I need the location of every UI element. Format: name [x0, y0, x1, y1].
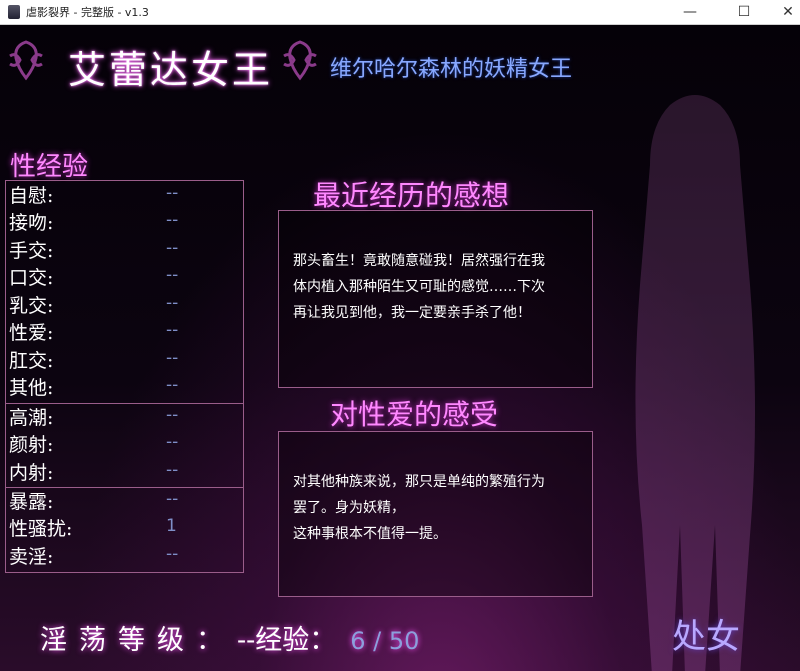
ornament-icon — [9, 40, 43, 81]
feelings-panel: 对其他种族来说，那只是单纯的繁殖行为 罢了。身为妖精， 这种事根本不值得一提。 — [278, 431, 593, 597]
stat-row: 肛交: -- — [6, 346, 245, 373]
game-screen: 艾蕾达女王 维尔哈尔森林的妖精女王 性经验 自慰: -- 接吻: -- 手交: … — [0, 25, 800, 671]
stat-row: 其他: -- — [6, 373, 245, 400]
stat-value: -- — [166, 238, 179, 258]
stat-row: 性骚扰: 1 — [6, 514, 245, 541]
stats-title: 性经验 — [10, 152, 89, 182]
stat-row: 自慰: -- — [6, 181, 245, 208]
stat-row: 乳交: -- — [6, 291, 245, 318]
stat-value: -- — [166, 375, 179, 395]
stat-label: 乳交: — [9, 295, 54, 317]
stat-value: -- — [166, 320, 179, 340]
recent-thoughts-title: 最近经历的感想 — [313, 179, 510, 212]
stat-value: 1 — [166, 516, 177, 536]
stat-value: -- — [166, 348, 179, 368]
maximize-icon: ☐ — [737, 4, 751, 20]
stat-value: -- — [166, 293, 179, 313]
text-line: 体内植入那种陌生又可耻的感觉……下次 — [293, 279, 545, 295]
window-title: 虐影裂界 - 完整版 - v1.3 — [26, 6, 149, 19]
stats-panel: 自慰: -- 接吻: -- 手交: -- 口交: -- 乳交: -- 性爱: -… — [5, 180, 244, 573]
stat-label: 肛交: — [9, 350, 54, 372]
minimize-icon: — — [683, 4, 697, 20]
stat-row: 卖淫: -- — [6, 542, 245, 569]
stat-label: 高潮: — [9, 407, 54, 429]
character-name: 艾蕾达女王 — [68, 48, 274, 92]
recent-thoughts-panel: 那头畜生！竟敢随意碰我！居然强行在我 体内植入那种陌生又可耻的感觉……下次 再让… — [278, 210, 593, 388]
stat-label: 手交: — [9, 240, 54, 262]
stat-row: 性爱: -- — [6, 318, 245, 345]
text-line: 罢了。身为妖精， — [293, 500, 405, 516]
window-titlebar: 虐影裂界 - 完整版 - v1.3 — ☐ ✕ — [0, 0, 800, 25]
maximize-button[interactable]: ☐ — [722, 0, 766, 24]
lewd-level-value: -- — [237, 625, 256, 656]
stat-label: 卖淫: — [9, 546, 54, 568]
stat-row: 接吻: -- — [6, 208, 245, 235]
stat-row: 颜射: -- — [6, 430, 245, 457]
recent-thoughts-text: 那头畜生！竟敢随意碰我！居然强行在我 体内植入那种陌生又可耻的感觉……下次 再让… — [293, 248, 545, 326]
stat-row: 高潮: -- — [6, 403, 245, 430]
stat-label: 颜射: — [9, 434, 54, 456]
minimize-button[interactable]: — — [668, 0, 712, 24]
feelings-title: 对性爱的感受 — [330, 398, 499, 431]
stat-label: 自慰: — [9, 185, 54, 207]
close-button[interactable]: ✕ — [766, 0, 800, 24]
lewd-level-label: 淫荡等级： — [40, 625, 235, 656]
exp-value: 6 / 50 — [350, 627, 420, 655]
stat-label: 口交: — [9, 267, 54, 289]
level-footer: 淫荡等级：--经验： 6 / 50 — [40, 618, 419, 657]
stat-row: 暴露: -- — [6, 487, 245, 514]
stat-value: -- — [166, 460, 179, 480]
exp-label: 经验： — [255, 625, 337, 656]
stat-label: 内射: — [9, 462, 54, 484]
feelings-text: 对其他种族来说，那只是单纯的繁殖行为 罢了。身为妖精， 这种事根本不值得一提。 — [293, 469, 545, 547]
stat-row: 内射: -- — [6, 458, 245, 485]
app-icon — [8, 5, 20, 19]
character-subtitle: 维尔哈尔森林的妖精女王 — [330, 57, 573, 82]
stat-label: 其他: — [9, 377, 54, 399]
stat-value: -- — [166, 265, 179, 285]
text-line: 这种事根本不值得一提。 — [293, 526, 447, 542]
stat-value: -- — [166, 432, 179, 452]
text-line: 那头畜生！竟敢随意碰我！居然强行在我 — [293, 253, 545, 269]
character-silhouette — [635, 95, 755, 671]
stat-label: 暴露: — [9, 491, 54, 513]
close-icon: ✕ — [782, 4, 794, 20]
status-label: 处女 — [672, 617, 740, 657]
stat-value: -- — [166, 183, 179, 203]
stat-value: -- — [166, 489, 179, 509]
ornament-icon — [283, 40, 317, 81]
stat-row: 口交: -- — [6, 263, 245, 290]
stat-label: 性爱: — [9, 322, 54, 344]
stat-label: 性骚扰: — [9, 518, 73, 540]
text-line: 对其他种族来说，那只是单纯的繁殖行为 — [293, 474, 545, 490]
stat-value: -- — [166, 405, 179, 425]
stat-value: -- — [166, 210, 179, 230]
stat-label: 接吻: — [9, 212, 54, 234]
stat-value: -- — [166, 544, 179, 564]
stat-row: 手交: -- — [6, 236, 245, 263]
text-line: 再让我见到他，我一定要亲手杀了他！ — [293, 305, 531, 321]
